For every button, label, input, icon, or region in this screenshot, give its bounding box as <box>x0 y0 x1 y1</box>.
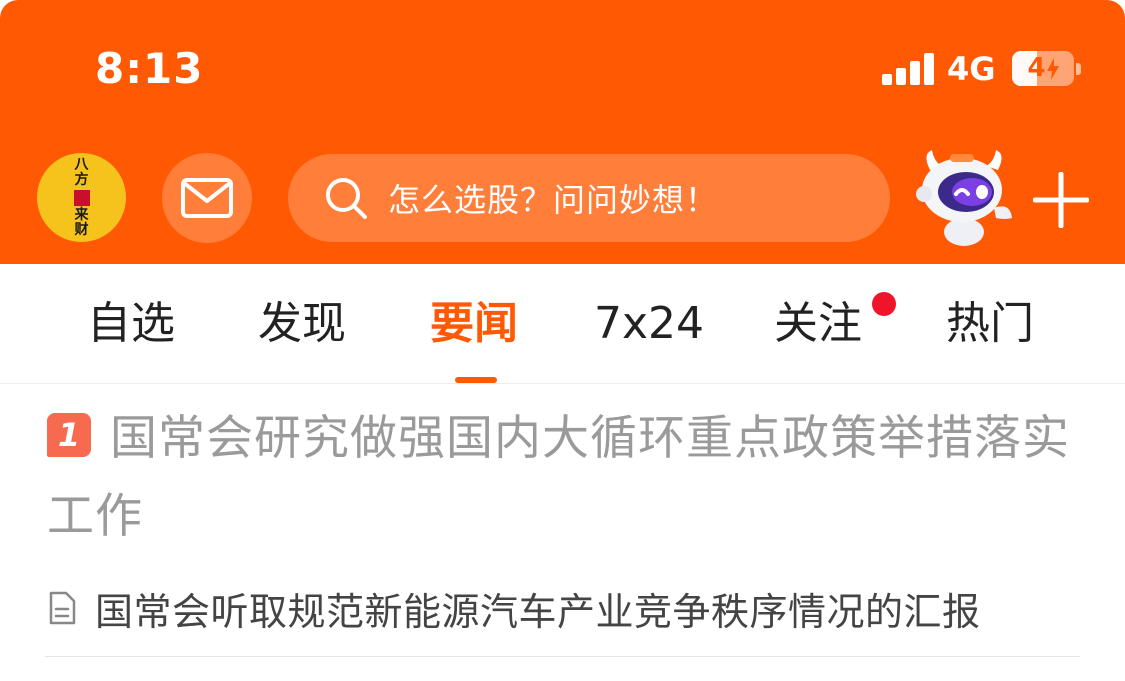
active-tab-indicator <box>455 377 497 383</box>
add-button[interactable] <box>1032 171 1090 229</box>
battery-level-label: 4 <box>1012 51 1074 86</box>
top-header: 8:13 4G 4 八 方 来 财 怎么选股？问问妙想！ <box>0 0 1125 264</box>
search-placeholder: 怎么选股？问问妙想！ <box>388 181 719 219</box>
tab-watchlist[interactable]: 自选 <box>87 294 175 354</box>
tab-following[interactable]: 关注 <box>774 294 862 354</box>
app-screen: 8:13 4G 4 八 方 来 财 怎么选股？问问妙想！ 自选 发现 要闻 7x… <box>0 0 1125 681</box>
search-bar[interactable]: 怎么选股？问问妙想！ <box>288 154 890 242</box>
tab-7x24[interactable]: 7x24 <box>594 294 704 354</box>
news-headline[interactable]: 国常会研究做强国内大循环重点政策举措落实工作 <box>47 400 1087 556</box>
notification-dot <box>872 292 896 316</box>
tab-headlines[interactable]: 要闻 <box>430 294 518 354</box>
search-icon <box>324 176 368 220</box>
divider <box>45 656 1080 657</box>
signal-icon <box>882 53 934 85</box>
avatar-char-2: 方 <box>74 171 89 188</box>
status-time: 8:13 <box>95 44 204 93</box>
tab-hot[interactable]: 热门 <box>946 294 1034 354</box>
tab-discover[interactable]: 发现 <box>258 294 346 354</box>
document-icon <box>47 591 77 625</box>
network-label: 4G <box>947 50 996 88</box>
avatar-char-3: 来 <box>74 206 89 223</box>
avatar-seal <box>73 189 90 206</box>
charging-bolt-icon <box>1046 57 1059 80</box>
message-button[interactable] <box>162 153 252 243</box>
related-news-row[interactable]: 国常会听取规范新能源汽车产业竞争秩序情况的汇报 <box>47 578 1087 638</box>
avatar-char-1: 八 <box>74 156 89 173</box>
related-news-title: 国常会听取规范新能源汽车产业竞争秩序情况的汇报 <box>95 589 981 634</box>
user-avatar[interactable]: 八 方 来 财 <box>37 153 126 242</box>
robot-assistant-icon[interactable] <box>912 148 1016 248</box>
battery-percent: 4 <box>1027 53 1046 83</box>
mail-icon <box>181 178 233 218</box>
battery-icon: 4 <box>1012 51 1074 86</box>
avatar-char-4: 财 <box>74 221 89 238</box>
plus-icon <box>1032 171 1090 229</box>
category-tabs: 自选 发现 要闻 7x24 关注 热门 <box>0 264 1125 384</box>
battery-cap <box>1076 63 1081 75</box>
